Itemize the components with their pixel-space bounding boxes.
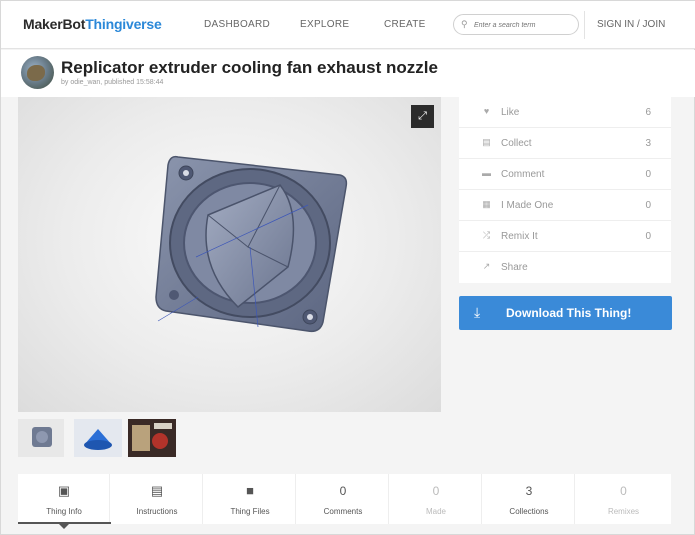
tab-count: 0: [432, 484, 440, 498]
tab-made[interactable]: 0 Made: [390, 474, 482, 524]
collect-count: 3: [645, 138, 651, 149]
made-one-action[interactable]: ▦ I Made One 0: [459, 190, 671, 221]
instructions-icon: ▤: [150, 483, 164, 498]
tab-label: Remixes: [607, 507, 640, 516]
remix-action[interactable]: ⤮ Remix It 0: [459, 221, 671, 252]
tab-label: Comments: [323, 507, 363, 516]
tab-count: 0: [620, 484, 627, 498]
tab-thing-info[interactable]: ▣ Thing Info: [18, 474, 110, 524]
made-one-label: I Made One: [501, 200, 554, 211]
collect-icon: ▤: [482, 137, 491, 147]
collect-action[interactable]: ▤ Collect 3: [459, 128, 671, 159]
tab-label: Thing Info: [46, 507, 82, 516]
avatar[interactable]: [21, 56, 54, 89]
tab-label: Made: [425, 507, 446, 516]
search-box: ⚲: [453, 14, 579, 35]
action-panel: ♥ Like 6 ▤ Collect 3 ▬ Comment 0 ▦ I Mad…: [459, 97, 671, 283]
made-one-count: 0: [645, 200, 651, 211]
download-button[interactable]: ⤓ Download This Thing!: [459, 296, 672, 330]
expand-icon: ⤢: [418, 110, 427, 122]
nav-link-explore[interactable]: EXPLORE: [300, 19, 349, 30]
tab-remixes[interactable]: 0 Remixes: [576, 474, 671, 524]
nav-link-dashboard[interactable]: DASHBOARD: [204, 19, 270, 30]
thumbnail-1[interactable]: [18, 419, 64, 457]
tab-count: 3: [525, 484, 533, 498]
thing-info-icon: ▣: [57, 483, 71, 498]
search-icon: ⚲: [461, 19, 468, 29]
like-action[interactable]: ♥ Like 6: [459, 97, 671, 128]
tab-thing-files[interactable]: ■ Thing Files: [204, 474, 296, 524]
search-input[interactable]: [474, 18, 574, 32]
share-icon: ↗: [482, 261, 491, 271]
download-label: Download This Thing!: [506, 306, 632, 320]
comment-count: 0: [645, 169, 651, 180]
tab-comments[interactable]: 0 Comments: [297, 474, 389, 524]
like-label: Like: [501, 107, 520, 118]
tab-label: Thing Files: [230, 507, 270, 516]
comment-label: Comment: [501, 169, 545, 180]
heart-icon: ♥: [483, 106, 490, 116]
fullscreen-button[interactable]: ⤢: [411, 105, 434, 128]
share-label: Share: [501, 262, 528, 273]
tab-count: 0: [339, 484, 347, 498]
remix-count: 0: [645, 231, 651, 242]
sign-in-link[interactable]: SIGN IN / JOIN: [597, 19, 665, 30]
active-tab-arrow: [58, 523, 70, 529]
comment-action[interactable]: ▬ Comment 0: [459, 159, 671, 190]
tab-label: Instructions: [136, 507, 178, 516]
thumbnail-3[interactable]: [128, 419, 176, 457]
remix-label: Remix It: [501, 231, 538, 242]
tab-collections[interactable]: 3 Collections: [483, 474, 575, 524]
thingiverse-logo[interactable]: MakerBotThingiverse: [23, 16, 162, 32]
logo-makerbot: MakerBot: [23, 16, 86, 32]
tab-instructions[interactable]: ▤ Instructions: [111, 474, 203, 524]
thing-header: Replicator extruder cooling fan exhaust …: [1, 50, 695, 97]
tab-label: Collections: [509, 507, 549, 516]
made-one-icon: ▦: [482, 199, 491, 209]
fan-nozzle-render: [155, 155, 348, 333]
model-viewer[interactable]: [18, 97, 441, 412]
thing-tabs: ▣ Thing Info ▤ Instructions ■ Thing File…: [18, 474, 671, 524]
thumbnail-2[interactable]: [74, 419, 122, 457]
collect-label: Collect: [501, 138, 532, 149]
nav-divider: [584, 11, 585, 39]
avatar-image: [27, 65, 45, 81]
comment-icon: ▬: [482, 168, 491, 178]
thing-byline: by odie_wan, published 15:58:44: [61, 79, 164, 86]
download-icon: ⤓: [474, 304, 481, 320]
thing-files-icon: ■: [246, 483, 254, 498]
top-nav: MakerBotThingiverse DASHBOARD EXPLORE CR…: [1, 1, 695, 49]
nav-link-create[interactable]: CREATE: [384, 19, 426, 30]
logo-thingiverse: Thingiverse: [85, 16, 162, 32]
page-title: Replicator extruder cooling fan exhaust …: [61, 58, 438, 77]
share-action[interactable]: ↗ Share: [459, 252, 671, 283]
page-frame: MakerBotThingiverse DASHBOARD EXPLORE CR…: [0, 0, 695, 535]
like-count: 6: [645, 107, 651, 118]
remix-icon: ⤮: [482, 230, 491, 240]
